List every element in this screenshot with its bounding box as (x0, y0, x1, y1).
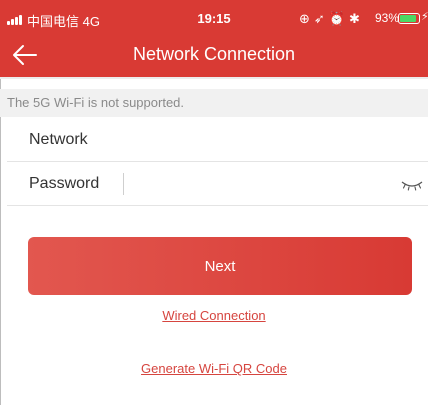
header-divider (0, 77, 428, 79)
network-input[interactable] (117, 118, 417, 162)
unsupported-notice: The 5G Wi-Fi is not supported. (0, 89, 428, 117)
status-bar: 中国电信 4G 19:15 ⊕➶⏰✱ 93% ⚡ (0, 0, 428, 34)
status-icons: ⊕➶⏰✱ (299, 11, 364, 26)
generate-qr-code-link[interactable]: Generate Wi-Fi QR Code (0, 361, 428, 376)
next-button[interactable]: Next (28, 237, 412, 295)
notice-text: The 5G Wi-Fi is not supported. (7, 95, 185, 110)
password-visibility-toggle[interactable] (401, 178, 423, 191)
battery-level-fill (400, 15, 416, 22)
password-row: Password (7, 162, 428, 206)
charging-bolt-icon: ⚡ (421, 11, 428, 23)
network-label: Network (29, 131, 88, 148)
eye-closed-icon (401, 181, 423, 191)
app-header: 中国电信 4G 19:15 ⊕➶⏰✱ 93% ⚡ Network Connect… (0, 0, 428, 77)
wired-connection-link[interactable]: Wired Connection (0, 308, 428, 323)
network-row: Network (7, 118, 428, 162)
password-input[interactable] (131, 162, 391, 206)
left-edge-divider (0, 79, 7, 405)
page-title: Network Connection (132, 44, 296, 64)
navigation-bar: Network Connection (0, 34, 428, 77)
battery-percent: 93% (375, 11, 400, 25)
password-label: Password (29, 175, 100, 192)
battery-icon (398, 13, 420, 24)
network-connection-screen: 中国电信 4G 19:15 ⊕➶⏰✱ 93% ⚡ Network Connect… (0, 0, 428, 405)
password-divider (123, 173, 124, 195)
